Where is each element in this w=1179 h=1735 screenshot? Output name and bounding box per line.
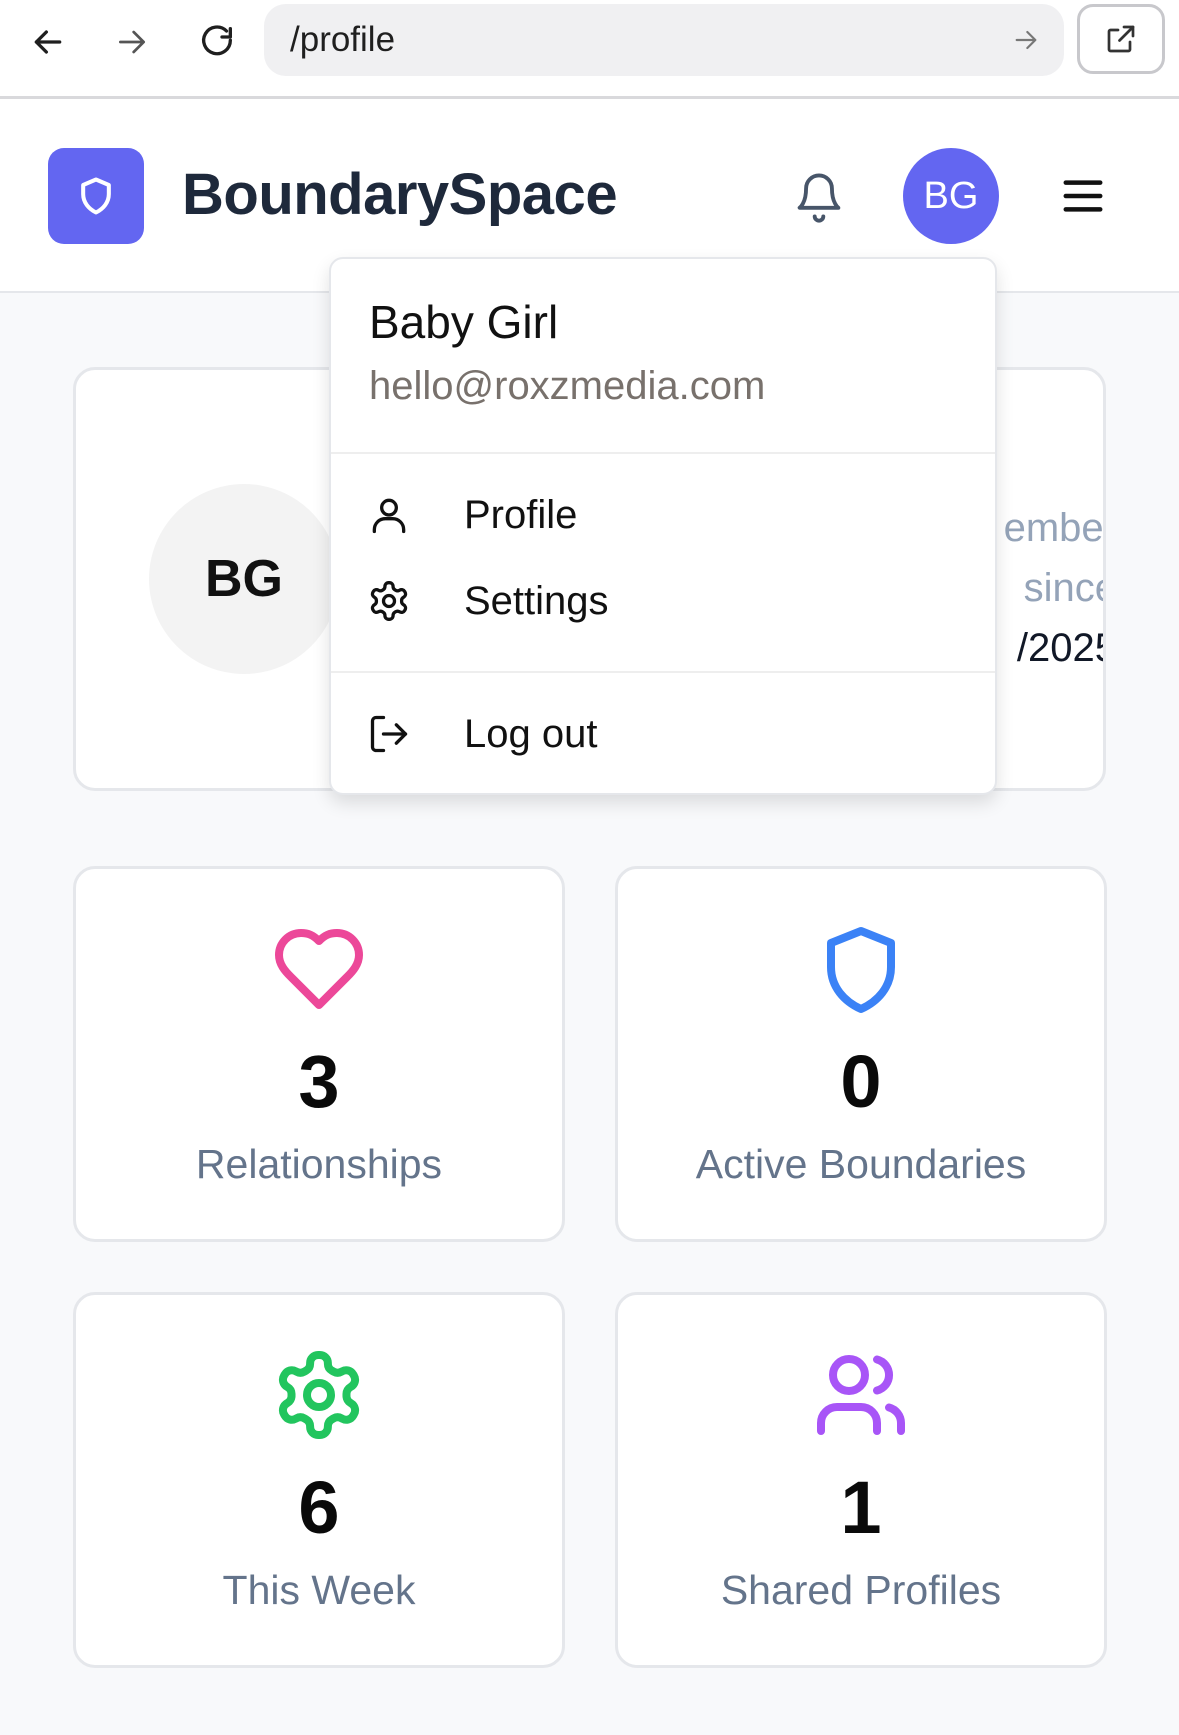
arrow-left-icon xyxy=(34,30,62,54)
stat-card-relationships[interactable]: 3 Relationships xyxy=(73,866,565,1242)
stat-card-shared-profiles[interactable]: 1 Shared Profiles xyxy=(615,1292,1107,1668)
shield-icon xyxy=(827,927,895,1013)
stat-value: 1 xyxy=(840,1466,882,1549)
go-arrow-icon[interactable] xyxy=(1010,24,1042,56)
stat-card-this-week[interactable]: 6 This Week xyxy=(73,1292,565,1668)
dropdown-user-name: Baby Girl xyxy=(369,296,559,348)
divider xyxy=(331,452,995,454)
menu-item-logout[interactable]: Log out xyxy=(331,689,995,779)
external-link-icon xyxy=(1107,25,1135,53)
menu-item-label: Settings xyxy=(464,578,609,623)
open-external-button[interactable] xyxy=(1077,4,1165,74)
stat-label: Relationships xyxy=(195,1141,443,1187)
brand-name: BoundarySpace xyxy=(182,162,618,227)
gear-icon xyxy=(370,581,408,621)
heart-icon xyxy=(275,929,363,1009)
user-icon xyxy=(372,498,406,534)
logout-icon xyxy=(370,715,408,753)
user-avatar-button[interactable]: BG xyxy=(903,148,999,244)
stat-value: 3 xyxy=(298,1040,340,1123)
stat-label: Shared Profiles xyxy=(720,1567,1002,1613)
url-text: /profile xyxy=(290,20,396,59)
users-icon xyxy=(817,1355,905,1435)
logo[interactable] xyxy=(48,148,144,244)
browser-toolbar: /profile xyxy=(0,0,1179,99)
back-button[interactable] xyxy=(16,14,80,70)
menu-item-label: Profile xyxy=(464,492,578,537)
stat-card-active-boundaries[interactable]: 0 Active Boundaries xyxy=(615,866,1107,1242)
stat-value: 6 xyxy=(298,1466,340,1549)
reload-button[interactable] xyxy=(185,14,249,70)
gear-icon xyxy=(278,1351,360,1439)
bell-icon[interactable] xyxy=(793,169,845,225)
hamburger-menu-icon[interactable] xyxy=(1060,175,1106,217)
stat-label: This Week xyxy=(222,1567,416,1613)
menu-item-settings[interactable]: Settings xyxy=(331,556,995,646)
address-bar[interactable]: /profile xyxy=(264,4,1064,76)
menu-item-label: Log out xyxy=(464,711,598,756)
shield-icon xyxy=(81,177,111,215)
arrow-right-icon xyxy=(119,30,145,54)
forward-button[interactable] xyxy=(100,14,164,70)
stat-value: 0 xyxy=(840,1040,882,1123)
stat-label: Active Boundaries xyxy=(695,1141,1027,1187)
user-dropdown-menu: Baby Girl hello@roxzmedia.com Profile Se… xyxy=(329,257,997,795)
divider xyxy=(331,671,995,673)
profile-avatar: BG xyxy=(149,484,339,674)
dropdown-user-email: hello@roxzmedia.com xyxy=(369,364,766,408)
reload-icon xyxy=(202,25,232,56)
menu-item-profile[interactable]: Profile xyxy=(331,470,995,560)
